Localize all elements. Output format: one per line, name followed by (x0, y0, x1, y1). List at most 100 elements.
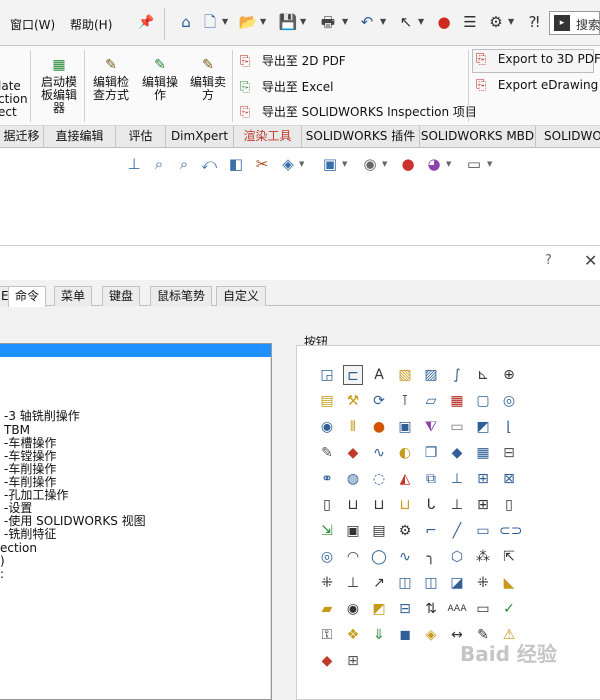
filter-icon[interactable]: ⧨ (421, 417, 441, 437)
copy-icon[interactable]: ❐ (421, 443, 441, 463)
settings-gear-icon[interactable]: ⚙ (395, 521, 415, 541)
chevron-down-icon[interactable]: ▼ (418, 17, 424, 26)
shell-icon[interactable]: ⊞ (473, 469, 493, 489)
tab-solidworks-addins[interactable]: SOLIDWORKS 插件 (302, 126, 420, 148)
save-grid-icon[interactable]: ▣ (343, 521, 363, 541)
zoom-area-icon[interactable]: ⌕ (174, 154, 194, 174)
slot-icon[interactable]: ⊔ (343, 495, 363, 515)
ordinate-dimension-icon[interactable]: ⊏ (343, 365, 363, 385)
home-icon[interactable]: ⌂ (176, 12, 196, 32)
list-item[interactable]: -铣削特征 (4, 528, 56, 541)
mate-icon[interactable]: ⊠ (499, 469, 519, 489)
groove-icon[interactable]: ⊔ (395, 495, 415, 515)
view-palette-icon[interactable]: ▣ (395, 417, 415, 437)
circle-icon[interactable]: ◎ (317, 547, 337, 567)
solid-cube-icon[interactable]: ◼ (395, 625, 415, 645)
ribbon-button-edit-inspection-method[interactable]: ✎ 编辑检 查方式 (88, 56, 134, 102)
grid-table-icon[interactable]: ▦ (473, 443, 493, 463)
pin-icon[interactable]: 📌 (138, 15, 154, 30)
list-item[interactable]: -3 轴铣削操作 (4, 410, 80, 423)
dynamic-annotation-icon[interactable]: ✂ (252, 154, 272, 174)
select-cursor-icon[interactable]: ↖ (396, 12, 416, 32)
tab-commands[interactable]: 命令 (8, 286, 47, 307)
table-icon[interactable]: ▤ (317, 391, 337, 411)
chevron-down-icon[interactable]: ▼ (299, 160, 304, 168)
open-icon[interactable]: 📂 (238, 12, 258, 32)
shape-icon[interactable]: ◆ (447, 443, 467, 463)
array-icon[interactable]: ⁜ (473, 573, 493, 593)
sweep-icon[interactable]: ◌ (369, 469, 389, 489)
help-button[interactable]: ? (545, 253, 552, 268)
globe-icon[interactable]: ◍ (343, 469, 363, 489)
page-icon[interactable]: ▯ (317, 495, 337, 515)
view-settings-monitor-icon[interactable]: ▭ (464, 154, 484, 174)
link-icon[interactable]: ⚭ (317, 469, 337, 489)
list-scrollbar[interactable] (270, 358, 271, 699)
printer-icon[interactable]: ▤ (369, 521, 389, 541)
traffic-light-icon[interactable]: ● (434, 12, 454, 32)
chevron-down-icon[interactable]: ▼ (382, 160, 387, 168)
tool-holder-icon[interactable]: ◣ (499, 573, 519, 593)
bend-icon[interactable]: ᒐ (421, 495, 441, 515)
chevron-down-icon[interactable]: ▼ (222, 17, 228, 26)
ribbon-button-update-inspection[interactable]: late ction ect (0, 80, 28, 119)
download-icon[interactable]: ⇓ (369, 625, 389, 645)
pen-icon[interactable]: ✎ (317, 443, 337, 463)
arc-icon[interactable]: ◠ (343, 547, 363, 567)
config-cube-icon[interactable]: ◈ (421, 625, 441, 645)
display-style-icon[interactable]: ▣ (320, 154, 340, 174)
visibility-icon[interactable]: ◉ (343, 599, 363, 619)
export-3d-icon[interactable]: ◆ (317, 651, 337, 671)
search-box[interactable]: ▸ 搜索 (549, 11, 600, 35)
chevron-down-icon[interactable]: ▼ (342, 160, 347, 168)
spline-icon[interactable]: ∫ (447, 365, 467, 385)
crosshair-icon[interactable]: ⊕ (499, 365, 519, 385)
datum-icon[interactable]: ⊾ (473, 365, 493, 385)
revolve-icon[interactable]: ◐ (395, 443, 415, 463)
sheet-icon[interactable]: ▱ (421, 391, 441, 411)
cube-orient-icon[interactable]: ◲ (317, 365, 337, 385)
cube-icon[interactable]: ⬡ (447, 547, 467, 567)
swap-icon[interactable]: ⇅ (421, 599, 441, 619)
tab-data-migration[interactable]: 据迁移 (0, 126, 44, 148)
tab-direct-editing[interactable]: 直接编辑 (44, 126, 116, 148)
assembly-icon[interactable]: ❖ (343, 625, 363, 645)
tool-arm-icon[interactable]: ↗ (369, 573, 389, 593)
ribbon-button-template-editor[interactable]: ▦ 启动模 板编辑 器 (36, 56, 82, 115)
tab-mouse-gestures[interactable]: 鼠标笔势 (150, 286, 213, 306)
image-icon[interactable]: ▨ (421, 365, 441, 385)
export-edrawing-button[interactable]: ⎘ Export eDrawing (476, 78, 598, 93)
fixture-icon[interactable]: ⊞ (473, 495, 493, 515)
zoom-to-fit-icon[interactable]: ⌕ (149, 154, 169, 174)
chevron-down-icon[interactable]: ▼ (487, 160, 492, 168)
menu-window[interactable]: 窗口(W) (10, 16, 55, 33)
tab-solidworks-mbd[interactable]: SOLIDWORKS MBD (420, 126, 536, 148)
save-icon[interactable]: 💾 (278, 12, 298, 32)
undo-icon[interactable]: ↶ (357, 12, 377, 32)
help-menu-icon[interactable]: ⁈ (524, 12, 544, 32)
tab-solidworks-overflow[interactable]: SOLIDWOR (536, 126, 600, 148)
folder-open-icon[interactable]: ▰ (317, 599, 337, 619)
fillet-icon[interactable]: ⧉ (421, 469, 441, 489)
box-part-icon[interactable]: ▧ (395, 365, 415, 385)
circle-target-icon[interactable]: ◉ (317, 417, 337, 437)
boss-icon[interactable]: ⊥ (447, 469, 467, 489)
line-icon[interactable]: ╱ (447, 521, 467, 541)
split-icon[interactable]: ⫴ (343, 417, 363, 437)
export-2d-pdf-button[interactable]: ⎘ 导出至 2D PDF (240, 52, 346, 69)
fillet-sketch-icon[interactable]: ╮ (421, 547, 441, 567)
appearance-ball-icon[interactable]: ● (369, 417, 389, 437)
chevron-down-icon[interactable]: ▼ (342, 17, 348, 26)
rectangle-icon[interactable]: ▭ (473, 521, 493, 541)
chevron-down-icon[interactable]: ▼ (260, 17, 266, 26)
tab-render-tools[interactable]: 渲染工具 (234, 126, 302, 148)
document-property-icon[interactable]: ▢ (473, 391, 493, 411)
view-orientation-icon[interactable]: ◈ (278, 154, 298, 174)
tab-menus[interactable]: 菜单 (54, 286, 93, 306)
ribbon-button-edit-vendor[interactable]: ✎ 编辑卖 方 (186, 56, 230, 102)
text-annotation-icon[interactable]: A (369, 365, 389, 385)
hierarchy-icon[interactable]: ⊞ (343, 651, 363, 671)
nodes-icon[interactable]: ⁂ (473, 547, 493, 567)
insert-icon[interactable]: ⊥ (447, 495, 467, 515)
component-icon[interactable]: ◩ (369, 599, 389, 619)
